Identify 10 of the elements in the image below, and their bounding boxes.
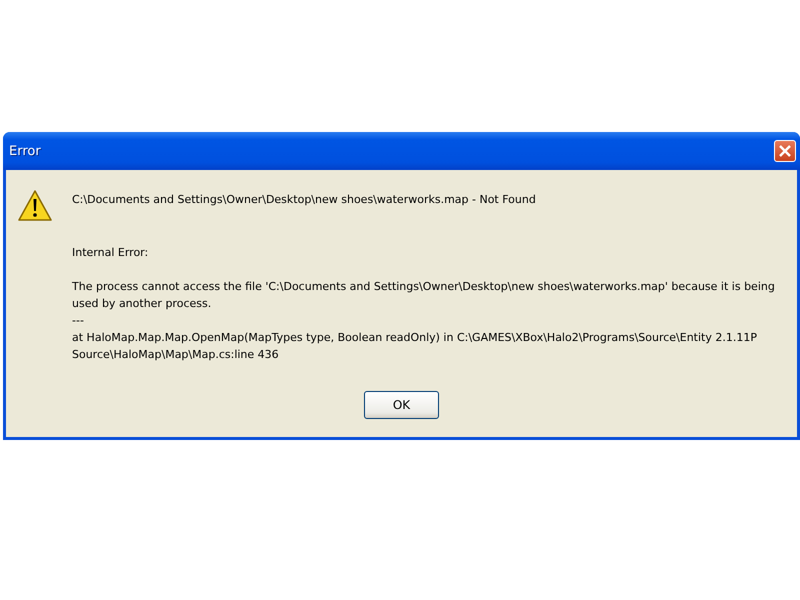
error-detail: The process cannot access the file 'C:\Documents and Settings\Owner\Desktop\new shoes\waterworks.map' because it is being used by another process. <box>72 279 776 312</box>
ok-button[interactable]: OK <box>364 391 439 419</box>
error-detail: --- <box>72 313 85 329</box>
error-message: C:\Documents and Settings\Owner\Desktop\new shoes\waterworks.map - Not Found <box>72 193 537 206</box>
close-icon <box>778 144 792 158</box>
error-detail: Internal Error: <box>72 245 150 261</box>
error-detail: at HaloMap.Map.Map.OpenMap(MapTypes type, Boolean readOnly) in C:\GAMES\XBox\Halo2\Programs\Source\Entity 2.1.11P Source\HaloMap\Map\Map.cs:line 436 <box>72 330 758 363</box>
close-button[interactable] <box>774 140 796 162</box>
warning-icon <box>18 190 52 222</box>
window-title: Error <box>9 144 41 158</box>
